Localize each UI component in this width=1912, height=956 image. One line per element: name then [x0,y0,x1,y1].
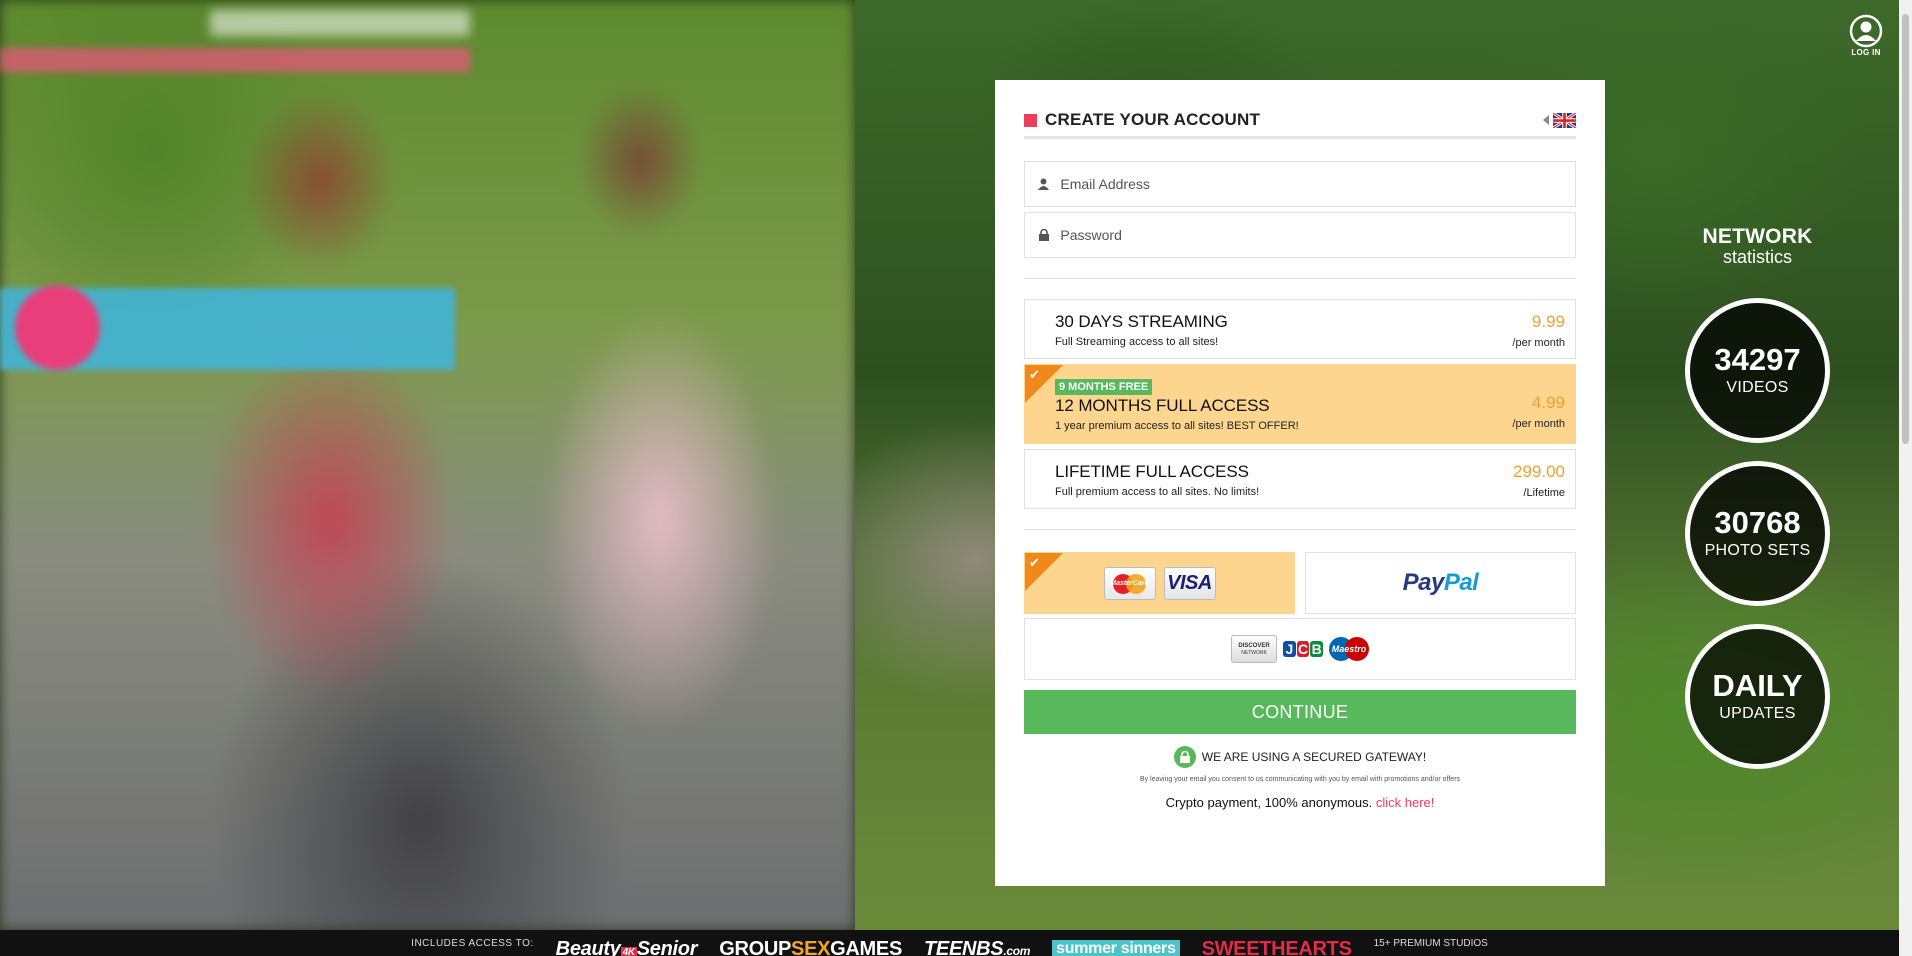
email-input[interactable] [1060,176,1575,192]
form-title-text: CREATE YOUR ACCOUNT [1045,110,1261,129]
payment-option-other-cards[interactable]: DISCOVER NETWORK JCB Maestro [1024,618,1576,680]
secure-gateway-note: WE ARE USING A SECURED GATEWAY! [1024,746,1576,768]
partner-sites-strip: INCLUDES ACCESS TO: Beauty 4K Senior GROUP… [0,930,1899,956]
stat-label: PHOTO SETS [1704,542,1811,559]
partner-logo-beauty-senior[interactable]: Beauty 4K Senior [556,938,697,956]
user-icon [1849,14,1883,48]
signup-card: CREATE YOUR ACCOUNT 30 DAYS STR [995,80,1605,886]
payment-option-paypal[interactable]: PayPal [1305,552,1576,614]
plan-description: Full Streaming access to all sites! [1055,336,1219,348]
divider [1024,278,1576,279]
background-photo-left [0,0,855,930]
email-field[interactable] [1024,161,1576,207]
lock-icon [1037,229,1050,241]
stats-heading: NETWORK [1702,225,1813,248]
maestro-logo: Maestro [1329,635,1369,663]
plan-name: LIFETIME FULL ACCESS [1055,462,1249,481]
consent-text: By leaving your email you consent to us … [1139,776,1461,783]
divider [1024,529,1576,530]
payment-methods: ✔ MasterCard VISA PayPal [1024,552,1576,614]
login-button[interactable]: LOG IN [1846,14,1886,57]
continue-button[interactable]: CONTINUE [1024,690,1576,734]
plan-option-streaming[interactable]: 30 DAYS STREAMING Full Streaming access … [1024,299,1576,359]
plan-name: 12 MONTHS FULL ACCESS [1055,396,1270,415]
plan-period: /Lifetime [1523,487,1565,499]
partner-logo-teenbs[interactable]: TEENBS.com [924,938,1030,956]
check-icon: ✔ [1029,555,1040,570]
plan-price: 4.99 [1531,393,1565,412]
stat-number: DAILY [1712,668,1803,703]
plan-badge: 9 MONTHS FREE [1055,379,1153,395]
crypto-note: Crypto payment, 100% anonymous. click he… [1024,795,1576,810]
card-header: CREATE YOUR ACCOUNT [1024,110,1576,139]
plan-option-12-months[interactable]: ✔ 9 MONTHS FREE 12 MONTHS FULL ACCESS 1 … [1024,364,1576,444]
plan-period: /per month [1512,337,1565,349]
form-title: CREATE YOUR ACCOUNT [1024,110,1260,130]
stat-number: 34297 [1714,342,1801,377]
includes-label: INCLUDES ACCESS TO: [411,937,534,949]
page-scrollbar[interactable] [1899,0,1912,956]
visa-logo: VISA [1163,566,1216,600]
user-icon [1037,178,1050,190]
more-studios-label: 15+ PREMIUM STUDIOS [1373,937,1488,949]
blurred-site-logo [210,10,470,36]
language-selector[interactable] [1543,112,1576,128]
stat-number: 30768 [1714,505,1801,540]
stat-label: UPDATES [1719,705,1796,722]
crypto-text: Crypto payment, 100% anonymous. [1165,795,1373,810]
jcb-logo: JCB [1283,635,1324,663]
login-label: LOG IN [1851,48,1881,57]
blurred-promo-badge [15,285,100,370]
caret-left-icon [1543,115,1549,125]
plan-description: 1 year premium access to all sites! BEST… [1055,420,1299,432]
crypto-link[interactable]: click here! [1376,795,1435,810]
stat-videos: 34297 VIDEOS [1685,298,1830,443]
password-input[interactable] [1060,227,1575,243]
stat-photo-sets: 30768 PHOTO SETS [1685,461,1830,606]
check-icon: ✔ [1029,367,1040,382]
lock-icon [1173,746,1196,768]
title-square-icon [1024,113,1037,127]
mastercard-logo: MasterCard [1103,566,1156,600]
password-field[interactable] [1024,212,1576,258]
stats-subheading: statistics [1722,247,1792,267]
partner-logo-sweethearts[interactable]: SWEETHEARTS [1202,938,1352,956]
plan-period: /per month [1512,418,1565,430]
plan-price: 299.00 [1513,462,1565,481]
secure-text: WE ARE USING A SECURED GATEWAY! [1201,750,1427,764]
partner-logo-group-sex-games[interactable]: GROUPSEXGAMES [719,938,902,956]
paypal-logo: PayPal [1402,569,1479,596]
plan-description: Full premium access to all sites. No lim… [1055,486,1260,498]
plan-name: 30 DAYS STREAMING [1055,312,1228,331]
stat-label: VIDEOS [1726,379,1789,396]
payment-option-card[interactable]: ✔ MasterCard VISA [1024,552,1295,614]
scrollbar-thumb[interactable] [1902,14,1909,444]
plan-price: 9.99 [1531,312,1565,331]
plan-list: 30 DAYS STREAMING Full Streaming access … [1024,299,1576,509]
discover-logo: DISCOVER NETWORK [1231,635,1277,663]
blurred-promo-bar [0,48,470,72]
network-stats: NETWORK statistics 34297 VIDEOS 30768 PH… [1680,225,1835,787]
uk-flag-icon [1553,112,1576,128]
stat-updates: DAILY UPDATES [1685,624,1830,769]
partner-logo-summer-sinners[interactable]: summer sinners [1052,940,1180,956]
plan-option-lifetime[interactable]: LIFETIME FULL ACCESS Full premium access… [1024,449,1576,509]
